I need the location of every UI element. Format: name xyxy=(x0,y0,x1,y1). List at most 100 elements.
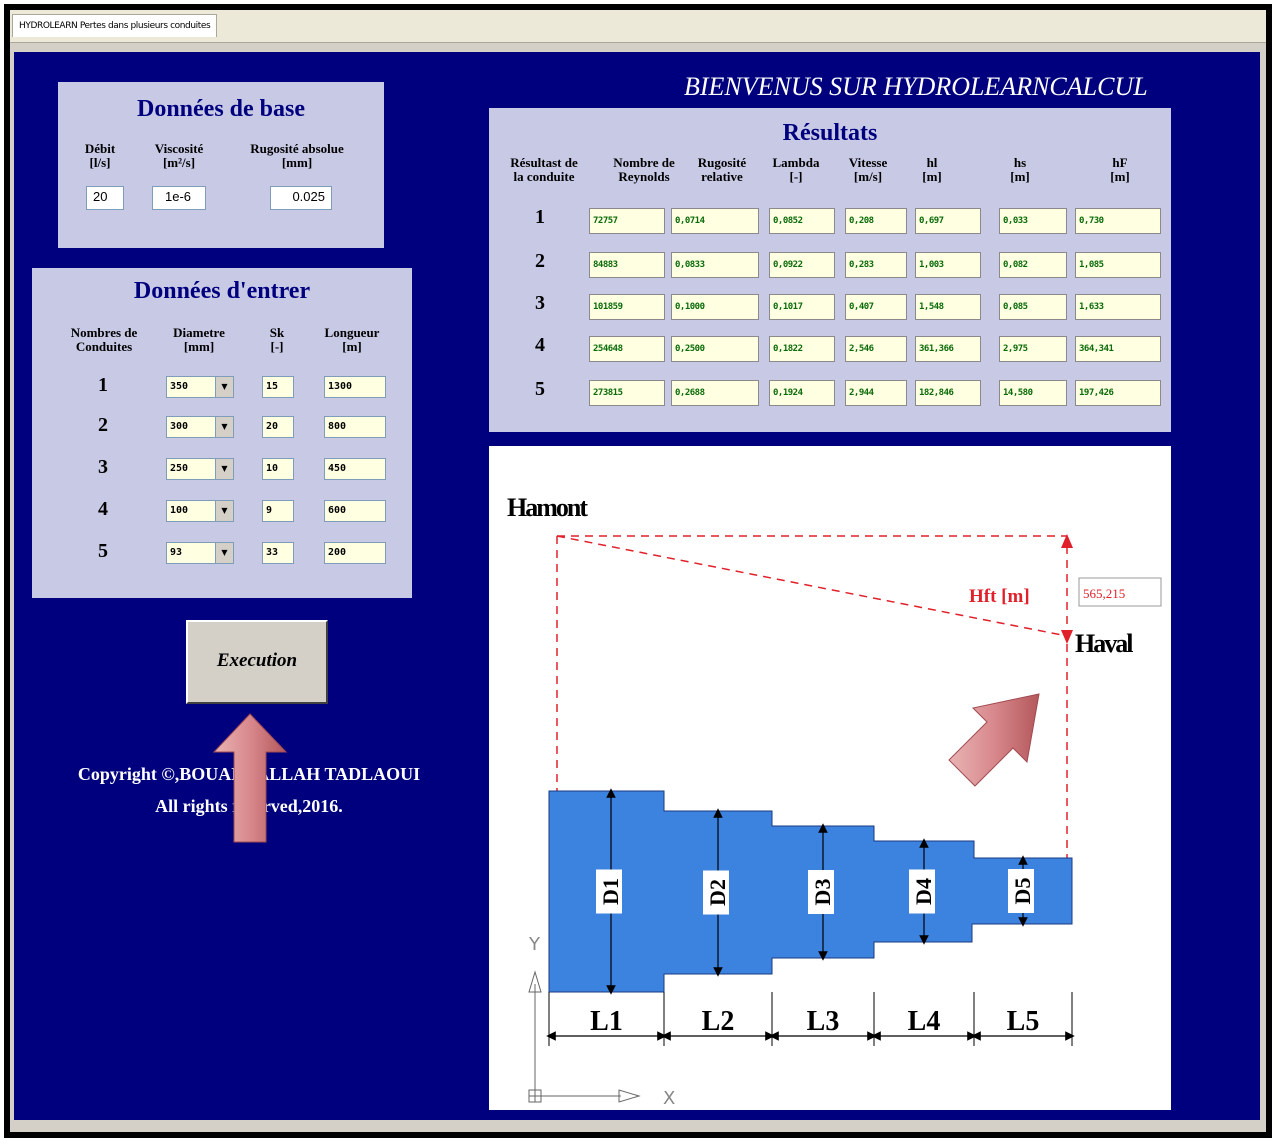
conduite-number: 3 xyxy=(98,456,108,478)
chevron-down-icon[interactable]: ▼ xyxy=(215,501,233,521)
result-header: hs [m] xyxy=(1010,155,1030,184)
header-diametre: Diametre [mm] xyxy=(173,325,225,354)
input-data-title: Données d'entrer xyxy=(133,278,311,304)
result-cell: 0,1017 xyxy=(769,294,835,320)
debit-label: Débit [l/s] xyxy=(84,141,116,170)
result-cell: 0,082 xyxy=(999,252,1067,278)
result-cell: 0,0833 xyxy=(671,252,759,278)
diameter-label: D1 xyxy=(598,878,623,905)
rugosite-input[interactable]: 0.025 xyxy=(270,186,332,210)
longueur-input[interactable]: 200 xyxy=(324,542,386,564)
result-cell: 0,0852 xyxy=(769,208,835,234)
result-cell: 0,0714 xyxy=(671,208,759,234)
result-cell: 0,033 xyxy=(999,208,1067,234)
length-label: L1 xyxy=(590,1006,623,1037)
result-cell: 0,0922 xyxy=(769,252,835,278)
window-tab[interactable]: HYDROLEARN Pertes dans plusieurs conduit… xyxy=(12,14,218,37)
longueur-input[interactable]: 450 xyxy=(324,458,386,480)
debit-input[interactable]: 20 xyxy=(86,186,124,210)
hft-value: 565,215 xyxy=(1083,586,1125,601)
viscosite-input[interactable]: 1e-6 xyxy=(152,186,206,210)
conduite-number: 4 xyxy=(98,498,108,520)
diameter-label: D3 xyxy=(810,879,835,906)
chevron-down-icon[interactable]: ▼ xyxy=(215,543,233,563)
diametre-select[interactable]: 350 ▼ xyxy=(166,376,234,398)
result-cell: 2,975 xyxy=(999,336,1067,362)
result-cell: 364,341 xyxy=(1075,336,1161,362)
length-label: L4 xyxy=(908,1006,941,1037)
result-row-number: 1 xyxy=(535,206,545,228)
result-cell: 1,633 xyxy=(1075,294,1161,320)
diametre-select[interactable]: 300 ▼ xyxy=(166,416,234,438)
result-header: hl [m] xyxy=(922,155,942,184)
hamont-label: Hamont xyxy=(507,493,588,522)
result-cell: 0,1822 xyxy=(769,336,835,362)
hft-label: Hft [m] xyxy=(969,586,1030,607)
length-label: L3 xyxy=(807,1006,840,1037)
result-cell: 0,1924 xyxy=(769,380,835,406)
status-bar xyxy=(10,1124,1266,1132)
sk-input[interactable]: 15 xyxy=(262,376,294,398)
result-cell: 0,208 xyxy=(845,208,907,234)
length-label: L5 xyxy=(1007,1006,1040,1037)
result-cell: 0,407 xyxy=(845,294,907,320)
chevron-down-icon[interactable]: ▼ xyxy=(215,417,233,437)
length-markers: L1 L2 L3 L4 L5 xyxy=(546,992,1075,1046)
sk-input[interactable]: 20 xyxy=(262,416,294,438)
header-nombres: Nombres de Conduites xyxy=(70,325,138,354)
chevron-down-icon[interactable]: ▼ xyxy=(215,459,233,479)
longueur-input[interactable]: 600 xyxy=(324,500,386,522)
diametre-value: 350 xyxy=(170,381,189,392)
diameter-label: D5 xyxy=(1010,878,1035,905)
diameter-label: D4 xyxy=(911,878,936,905)
pointer-arrow-up-icon xyxy=(212,713,288,843)
result-cell: 1,003 xyxy=(915,252,981,278)
hft-arrow-down-icon xyxy=(1061,630,1073,644)
pointer-arrow-diag-icon xyxy=(948,693,1040,787)
header-longueur: Longueur [m] xyxy=(324,325,380,354)
result-cell: 84883 xyxy=(589,252,665,278)
diametre-value: 93 xyxy=(170,547,183,558)
viscosite-label: Viscosité [m²/s] xyxy=(154,141,204,170)
result-cell: 1,548 xyxy=(915,294,981,320)
chevron-down-icon[interactable]: ▼ xyxy=(215,377,233,397)
sk-input[interactable]: 10 xyxy=(262,458,294,480)
pipe-diagram: Hamont Hft [m] 565,215 Haval D1 D2 D3 D4 D5 xyxy=(489,446,1171,1110)
result-header: Vitesse [m/s] xyxy=(848,155,888,184)
longueur-input[interactable]: 800 xyxy=(324,416,386,438)
axis-x-arrow-icon xyxy=(618,1089,641,1103)
diametre-select[interactable]: 93 ▼ xyxy=(166,542,234,564)
diametre-value: 100 xyxy=(170,505,189,516)
window-frame: HYDROLEARN Pertes dans plusieurs conduit… xyxy=(4,4,1272,1138)
sk-input[interactable]: 33 xyxy=(262,542,294,564)
result-cell: 14,580 xyxy=(999,380,1067,406)
diametre-select[interactable]: 100 ▼ xyxy=(166,500,234,522)
result-cell: 361,366 xyxy=(915,336,981,362)
diametre-select[interactable]: 250 ▼ xyxy=(166,458,234,480)
header-sk: Sk [-] xyxy=(269,325,285,354)
base-data-title: Données de base xyxy=(136,96,305,122)
results-title: Résultats xyxy=(782,120,878,146)
result-cell: 0,2688 xyxy=(671,380,759,406)
execution-button[interactable]: Execution xyxy=(186,620,328,704)
result-cell: 101859 xyxy=(589,294,665,320)
result-cell: 2,944 xyxy=(845,380,907,406)
haval-label: Haval xyxy=(1075,629,1133,658)
axis-x-label: X xyxy=(663,1088,675,1109)
diametre-value: 250 xyxy=(170,463,189,474)
diametre-value: 300 xyxy=(170,421,189,432)
result-cell: 197,426 xyxy=(1075,380,1161,406)
sk-input[interactable]: 9 xyxy=(262,500,294,522)
main-area: BIENVENUS SUR HYDROLEARNCALCUL Données d… xyxy=(14,52,1260,1120)
result-header: Lambda [-] xyxy=(772,155,820,184)
longueur-input[interactable]: 1300 xyxy=(324,376,386,398)
result-header: Rugosité relative xyxy=(697,155,747,184)
result-cell: 254648 xyxy=(589,336,665,362)
result-header: hF [m] xyxy=(1110,155,1130,184)
result-cell: 0,730 xyxy=(1075,208,1161,234)
result-cell: 0,697 xyxy=(915,208,981,234)
length-label: L2 xyxy=(702,1006,735,1037)
diagram-canvas: Hamont Hft [m] 565,215 Haval D1 D2 D3 D4 D5 xyxy=(507,493,1162,1109)
result-row-number: 3 xyxy=(535,292,545,314)
result-cell: 0,2500 xyxy=(671,336,759,362)
